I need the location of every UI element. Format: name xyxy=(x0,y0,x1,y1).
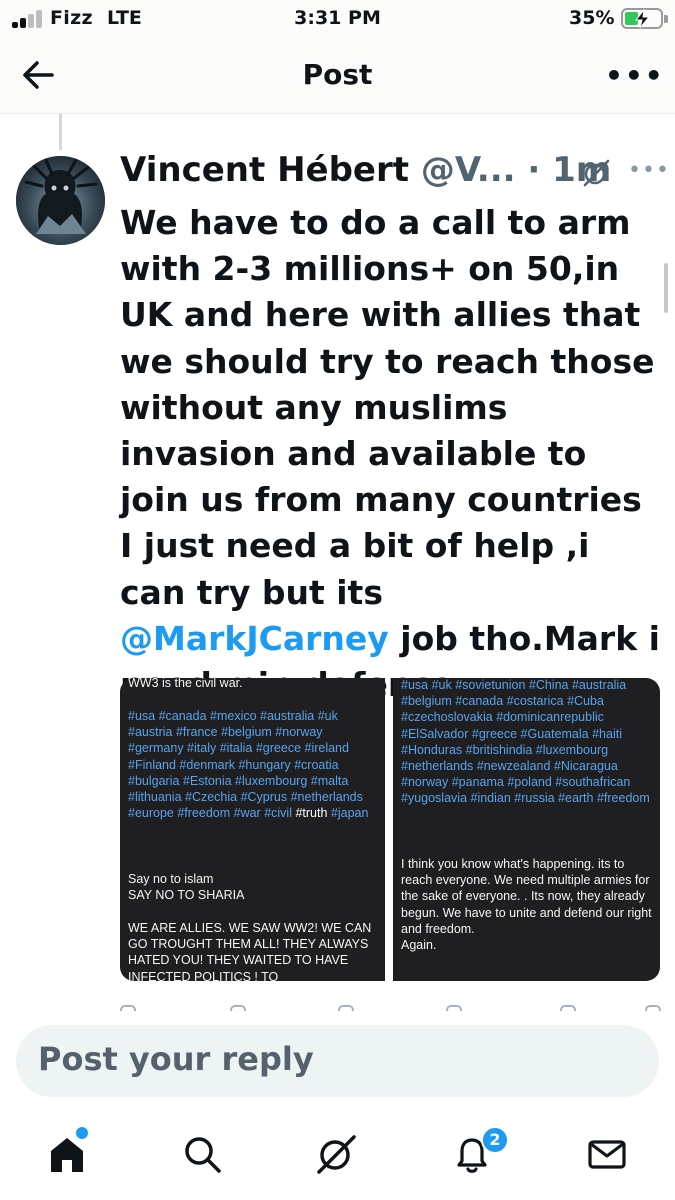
reply-input[interactable]: Post your reply xyxy=(16,1025,659,1097)
bottom-tab-bar xyxy=(0,1108,675,1200)
messages-envelope-icon xyxy=(588,1140,626,1169)
top-header: Post ••• xyxy=(0,40,675,114)
image-body-right: I think you know what's happening. its t… xyxy=(401,857,652,953)
mention-link[interactable]: @MarkJCarney xyxy=(120,619,389,658)
more-options-button[interactable]: ••• xyxy=(605,59,665,92)
share-icon[interactable] xyxy=(645,1005,661,1011)
page-title: Post xyxy=(302,58,373,91)
battery-cap xyxy=(664,15,668,23)
battery-icon xyxy=(621,8,663,29)
image-line-2: SAY NO TO SHARIA xyxy=(128,888,245,902)
grok-icon xyxy=(583,159,610,187)
image-hashtags-blue: #usa #canada #mexico #australia #uk #aus… xyxy=(128,709,363,821)
grok-icon xyxy=(317,1135,356,1174)
search-icon xyxy=(185,1137,221,1173)
tweet-actions-row xyxy=(110,1003,670,1011)
image-hashtag-last: #japan xyxy=(330,806,369,821)
avatar[interactable] xyxy=(16,156,105,245)
repost-icon[interactable] xyxy=(230,1005,246,1011)
image-hashtags-right: #usa #uk #sovietunion #China #australia … xyxy=(401,678,650,806)
views-icon[interactable] xyxy=(446,1005,462,1011)
like-icon[interactable] xyxy=(338,1005,354,1011)
tab-grok[interactable] xyxy=(314,1132,358,1176)
image-line-1: Say no to islam xyxy=(128,872,214,886)
image-hashtags: #usa #canada #mexico #australia #uk #aus… xyxy=(128,708,379,821)
tweet-more-button[interactable]: ••• xyxy=(628,158,670,183)
status-bar: Fizz LTE 3:31 PM 35% xyxy=(0,0,675,40)
scrollbar[interactable] xyxy=(664,263,668,313)
home-unread-dot xyxy=(76,1127,88,1139)
author-name[interactable]: Vincent Hébert xyxy=(120,150,409,190)
reply-icon[interactable] xyxy=(120,1005,136,1011)
tab-messages[interactable] xyxy=(585,1132,629,1176)
tab-search[interactable] xyxy=(180,1132,224,1176)
image-heading: WW3 is the civil war. xyxy=(128,678,243,690)
image-hashtag-plain: #truth xyxy=(291,806,328,821)
tweet-text: We have to do a call to arm with 2-3 mil… xyxy=(120,200,660,708)
grok-button[interactable] xyxy=(581,158,611,188)
battery-percent: 35% xyxy=(569,7,615,29)
meta-separator: · xyxy=(527,150,541,190)
tweet-text-part-1: We have to do a call to arm with 2-3 mil… xyxy=(120,203,655,612)
reply-placeholder: Post your reply xyxy=(38,1040,314,1078)
avatar-image xyxy=(16,156,105,245)
author-handle[interactable]: @V... xyxy=(421,150,516,190)
media-image-right[interactable]: #usa #uk #sovietunion #China #australia … xyxy=(393,678,660,981)
image-line-3: WE ARE ALLIES. WE SAW WW2! WE CAN GO TRO… xyxy=(128,921,372,981)
tweet-media[interactable]: WW3 is the civil war. #usa #canada #mexi… xyxy=(120,678,660,981)
media-image-left[interactable]: WW3 is the civil war. #usa #canada #mexi… xyxy=(120,678,385,981)
bookmark-icon[interactable] xyxy=(560,1005,576,1011)
notifications-badge: 2 xyxy=(481,1126,509,1154)
thread-connector-line xyxy=(59,114,62,150)
tweet-author-row: Vincent Hébert @V... · 1m xyxy=(120,150,611,190)
